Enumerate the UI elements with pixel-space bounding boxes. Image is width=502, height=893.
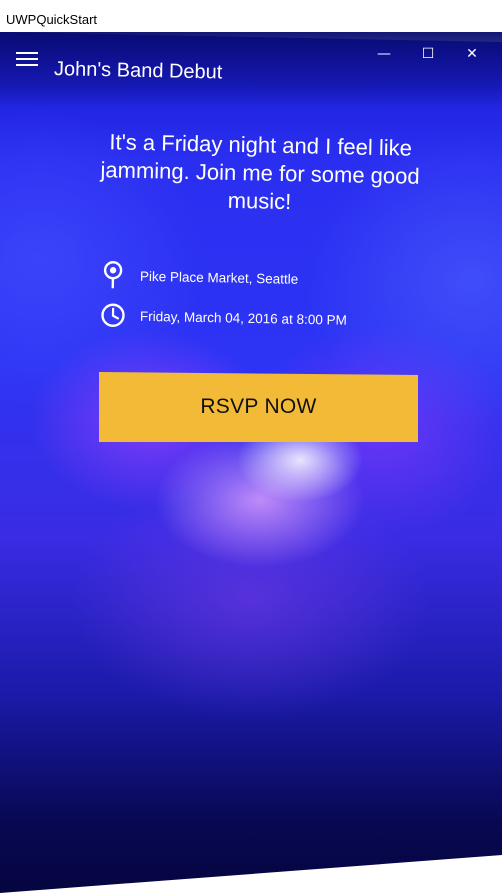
event-datetime-text: Friday, March 04, 2016 at 8:00 PM — [139, 308, 347, 328]
event-location-text: Pike Place Market, Seattle — [139, 268, 299, 287]
minimize-button[interactable]: — — [362, 42, 406, 66]
hamburger-icon[interactable] — [16, 52, 38, 68]
map-pin-icon — [100, 260, 127, 290]
event-location: Pike Place Market, Seattle — [100, 260, 299, 294]
app-title: John's Band Debut — [53, 58, 223, 84]
close-button[interactable]: ✕ — [450, 42, 494, 66]
app-window: UWPQuickStart — ☐ ✕ John's Band Debut It… — [0, 0, 502, 893]
rsvp-button[interactable]: RSVP NOW — [99, 372, 418, 442]
window-title: UWPQuickStart — [6, 12, 98, 27]
event-datetime: Friday, March 04, 2016 at 8:00 PM — [100, 300, 347, 335]
clock-icon — [100, 300, 127, 330]
window-controls: — ☐ ✕ — [362, 42, 494, 66]
maximize-button[interactable]: ☐ — [406, 42, 450, 66]
event-headline: It's a Friday night and I feel like jamm… — [100, 129, 420, 215]
